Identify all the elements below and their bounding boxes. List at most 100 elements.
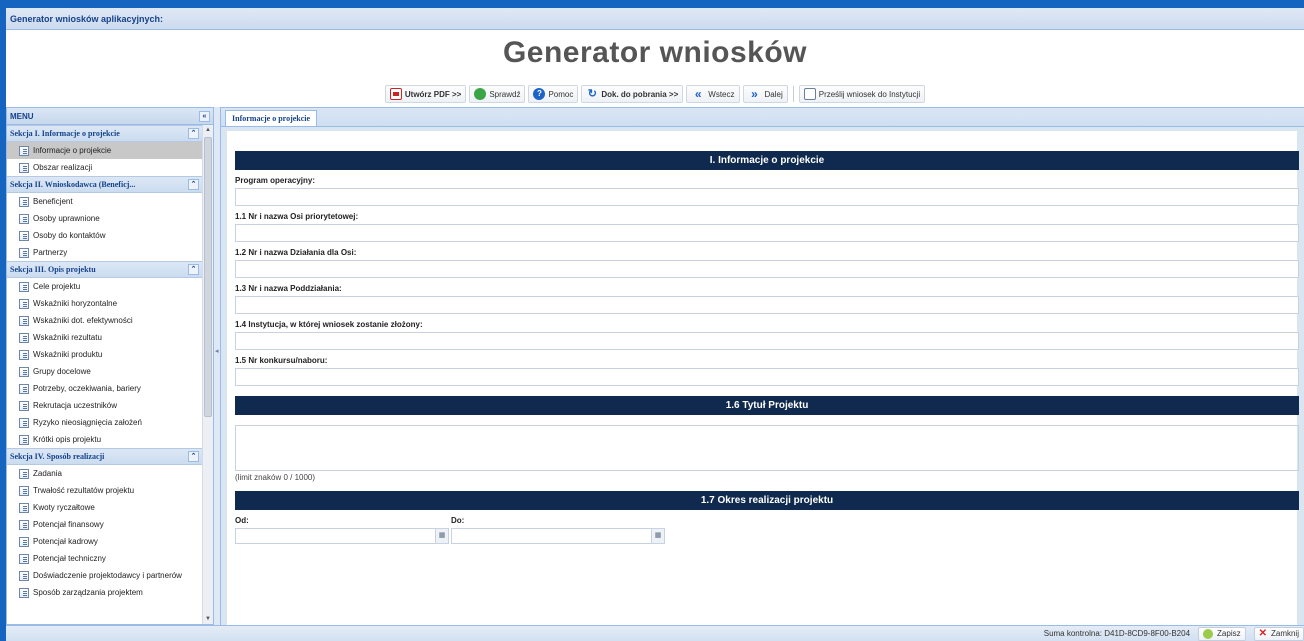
page-title: Generator wniosków [502, 36, 808, 69]
form-icon [19, 366, 29, 377]
collapse-section-icon[interactable]: ⌃ [188, 128, 199, 139]
project-title-textarea[interactable] [235, 425, 1299, 471]
sidebar-header: MENU « [7, 108, 213, 125]
sidebar-item[interactable]: Kwoty ryczałtowe [7, 499, 202, 516]
calendar-icon[interactable]: ▦ [651, 528, 665, 544]
form-icon [19, 553, 29, 564]
collapse-sidebar-button[interactable]: « [199, 110, 210, 122]
sidebar-nav: Sekcja I. Informacje o projekcie ⌃ Informa… [7, 125, 202, 624]
form-icon [19, 230, 29, 241]
field-input[interactable] [235, 260, 1299, 278]
send-icon [803, 88, 816, 100]
sidebar-item[interactable]: Potencjał kadrowy [7, 533, 202, 550]
date-to-group: Do: ▦ [451, 516, 665, 544]
date-from-input[interactable] [235, 528, 435, 544]
sidebar-item[interactable]: Obszar realizacji [7, 159, 202, 176]
calendar-icon[interactable]: ▦ [435, 528, 449, 544]
sidebar-item[interactable]: Beneficjent [7, 193, 202, 210]
form-icon [19, 434, 29, 445]
toolbar: Utwórz PDF >> Sprawdź ? Pomoc ↻ Dok. do … [6, 83, 1304, 105]
sidebar-item[interactable]: Cele projektu [7, 278, 202, 295]
field-label: 1.2 Nr i nazwa Działania dla Osi: [235, 248, 357, 257]
form-icon [19, 400, 29, 411]
sidebar-item[interactable]: Potencjał techniczny [7, 550, 202, 567]
scroll-up-icon[interactable]: ▲ [203, 125, 213, 135]
toolbar-separator [792, 86, 794, 102]
sidebar-section-header[interactable]: Sekcja III. Opis projektu ⌃ [7, 261, 202, 278]
check-button[interactable]: Sprawdź [469, 85, 526, 103]
field-input[interactable] [235, 296, 1299, 314]
form-icon [19, 145, 29, 156]
download-icon: ↻ [587, 88, 597, 100]
field-label: 1.3 Nr i nazwa Poddziałania: [235, 284, 342, 293]
sidebar-item[interactable]: Wskaźniki produktu [7, 346, 202, 363]
sidebar-item[interactable]: Ryzyko nieosiągnięcia założeń [7, 414, 202, 431]
sidebar-item[interactable]: Potrzeby, oczekiwania, bariery [7, 380, 202, 397]
panel-splitter[interactable] [214, 107, 221, 625]
field-input[interactable] [235, 368, 1299, 386]
tab-project-info[interactable]: Informacje o projekcie [225, 110, 318, 126]
sidebar: MENU « Sekcja I. Informacje o projekcie ⌃… [6, 107, 214, 625]
collapse-section-icon[interactable]: ⌃ [188, 451, 199, 462]
create-pdf-button[interactable]: Utwórz PDF >> [384, 85, 467, 103]
date-to-label: Do: [451, 516, 465, 525]
help-button[interactable]: ? Pomoc [528, 85, 579, 103]
sidebar-item[interactable]: Grupy docelowe [7, 363, 202, 380]
period-fields: Od: ▦ Do: ▦ [235, 516, 1297, 544]
sidebar-scrollbar[interactable]: ▲ ▼ [202, 125, 213, 624]
close-icon: ✕ [1258, 628, 1267, 639]
scroll-thumb[interactable] [204, 137, 212, 417]
sidebar-section-header[interactable]: Sekcja IV. Sposób realizacji ⌃ [7, 448, 202, 465]
sidebar-section-header[interactable]: Sekcja II. Wnioskodawca (Beneficj... ⌃ [7, 176, 202, 193]
sidebar-item[interactable]: Zadania [7, 465, 202, 482]
content-area: I. Informacje o projekcie Program operac… [221, 127, 1304, 625]
date-to-input[interactable] [451, 528, 651, 544]
collapse-section-icon[interactable]: ⌃ [188, 264, 199, 275]
sidebar-item[interactable]: Krótki opis projektu [7, 431, 202, 448]
back-button[interactable]: « Wstecz [686, 85, 740, 103]
form-icon [19, 162, 29, 173]
sidebar-item[interactable]: Wskaźniki dot. efektywności [7, 312, 202, 329]
pdf-icon [389, 88, 402, 100]
sidebar-item[interactable]: Sposób zarządzania projektem [7, 584, 202, 601]
form-icon [19, 587, 29, 598]
form-icon [19, 298, 29, 309]
sidebar-item[interactable]: Doświadczenie projektodawcy i partnerów [7, 567, 202, 584]
help-icon: ? [533, 88, 546, 100]
field-label: 1.1 Nr i nazwa Osi priorytetowej: [235, 212, 359, 221]
field-input[interactable] [235, 332, 1299, 350]
form-icon [19, 281, 29, 292]
documents-button[interactable]: ↻ Dok. do pobrania >> [581, 85, 684, 103]
date-from-group: Od: ▦ [235, 516, 449, 544]
form-icon [19, 417, 29, 428]
save-button[interactable]: Zapisz [1198, 626, 1246, 641]
field-label: 1.5 Nr konkursu/naboru: [235, 356, 328, 365]
sidebar-item[interactable]: Informacje o projekcie [7, 142, 202, 159]
checksum-text: Suma kontrolna: D41D-8CD9-8F00-B204 [1043, 629, 1191, 638]
sidebar-item[interactable]: Osoby uprawnione [7, 210, 202, 227]
next-button[interactable]: » Dalej [742, 85, 788, 103]
section-band-period: 1.7 Okres realizacji projektu [235, 491, 1299, 510]
form-icon [19, 502, 29, 513]
sidebar-item[interactable]: Wskaźniki horyzontalne [7, 295, 202, 312]
form-icon [19, 570, 29, 581]
form-icon [19, 383, 29, 394]
close-button[interactable]: ✕ Zamknij [1253, 626, 1304, 641]
sidebar-item[interactable]: Wskaźniki rezultatu [7, 329, 202, 346]
field-input[interactable] [235, 224, 1299, 242]
sidebar-item[interactable]: Rekrutacja uczestników [7, 397, 202, 414]
sidebar-item[interactable]: Osoby do kontaktów [7, 227, 202, 244]
sidebar-section-header[interactable]: Sekcja I. Informacje o projekcie ⌃ [7, 125, 202, 142]
sidebar-item[interactable]: Trwałość rezultatów projektu [7, 482, 202, 499]
field-label: 1.4 Instytucja, w której wniosek zostani… [235, 320, 423, 329]
sidebar-item[interactable]: Potencjał finansowy [7, 516, 202, 533]
form-icon [19, 196, 29, 207]
status-bar: Suma kontrolna: D41D-8CD9-8F00-B204 Zapi… [6, 625, 1304, 641]
sidebar-item[interactable]: Partnerzy [7, 244, 202, 261]
scroll-down-icon[interactable]: ▼ [203, 614, 213, 624]
form-icon [19, 332, 29, 343]
field-input[interactable] [235, 188, 1299, 206]
collapse-section-icon[interactable]: ⌃ [188, 179, 199, 190]
char-limit: (limit znaków 0 / 1000) [235, 473, 316, 482]
send-application-button[interactable]: Prześlij wniosek do Instytucji [798, 85, 926, 103]
